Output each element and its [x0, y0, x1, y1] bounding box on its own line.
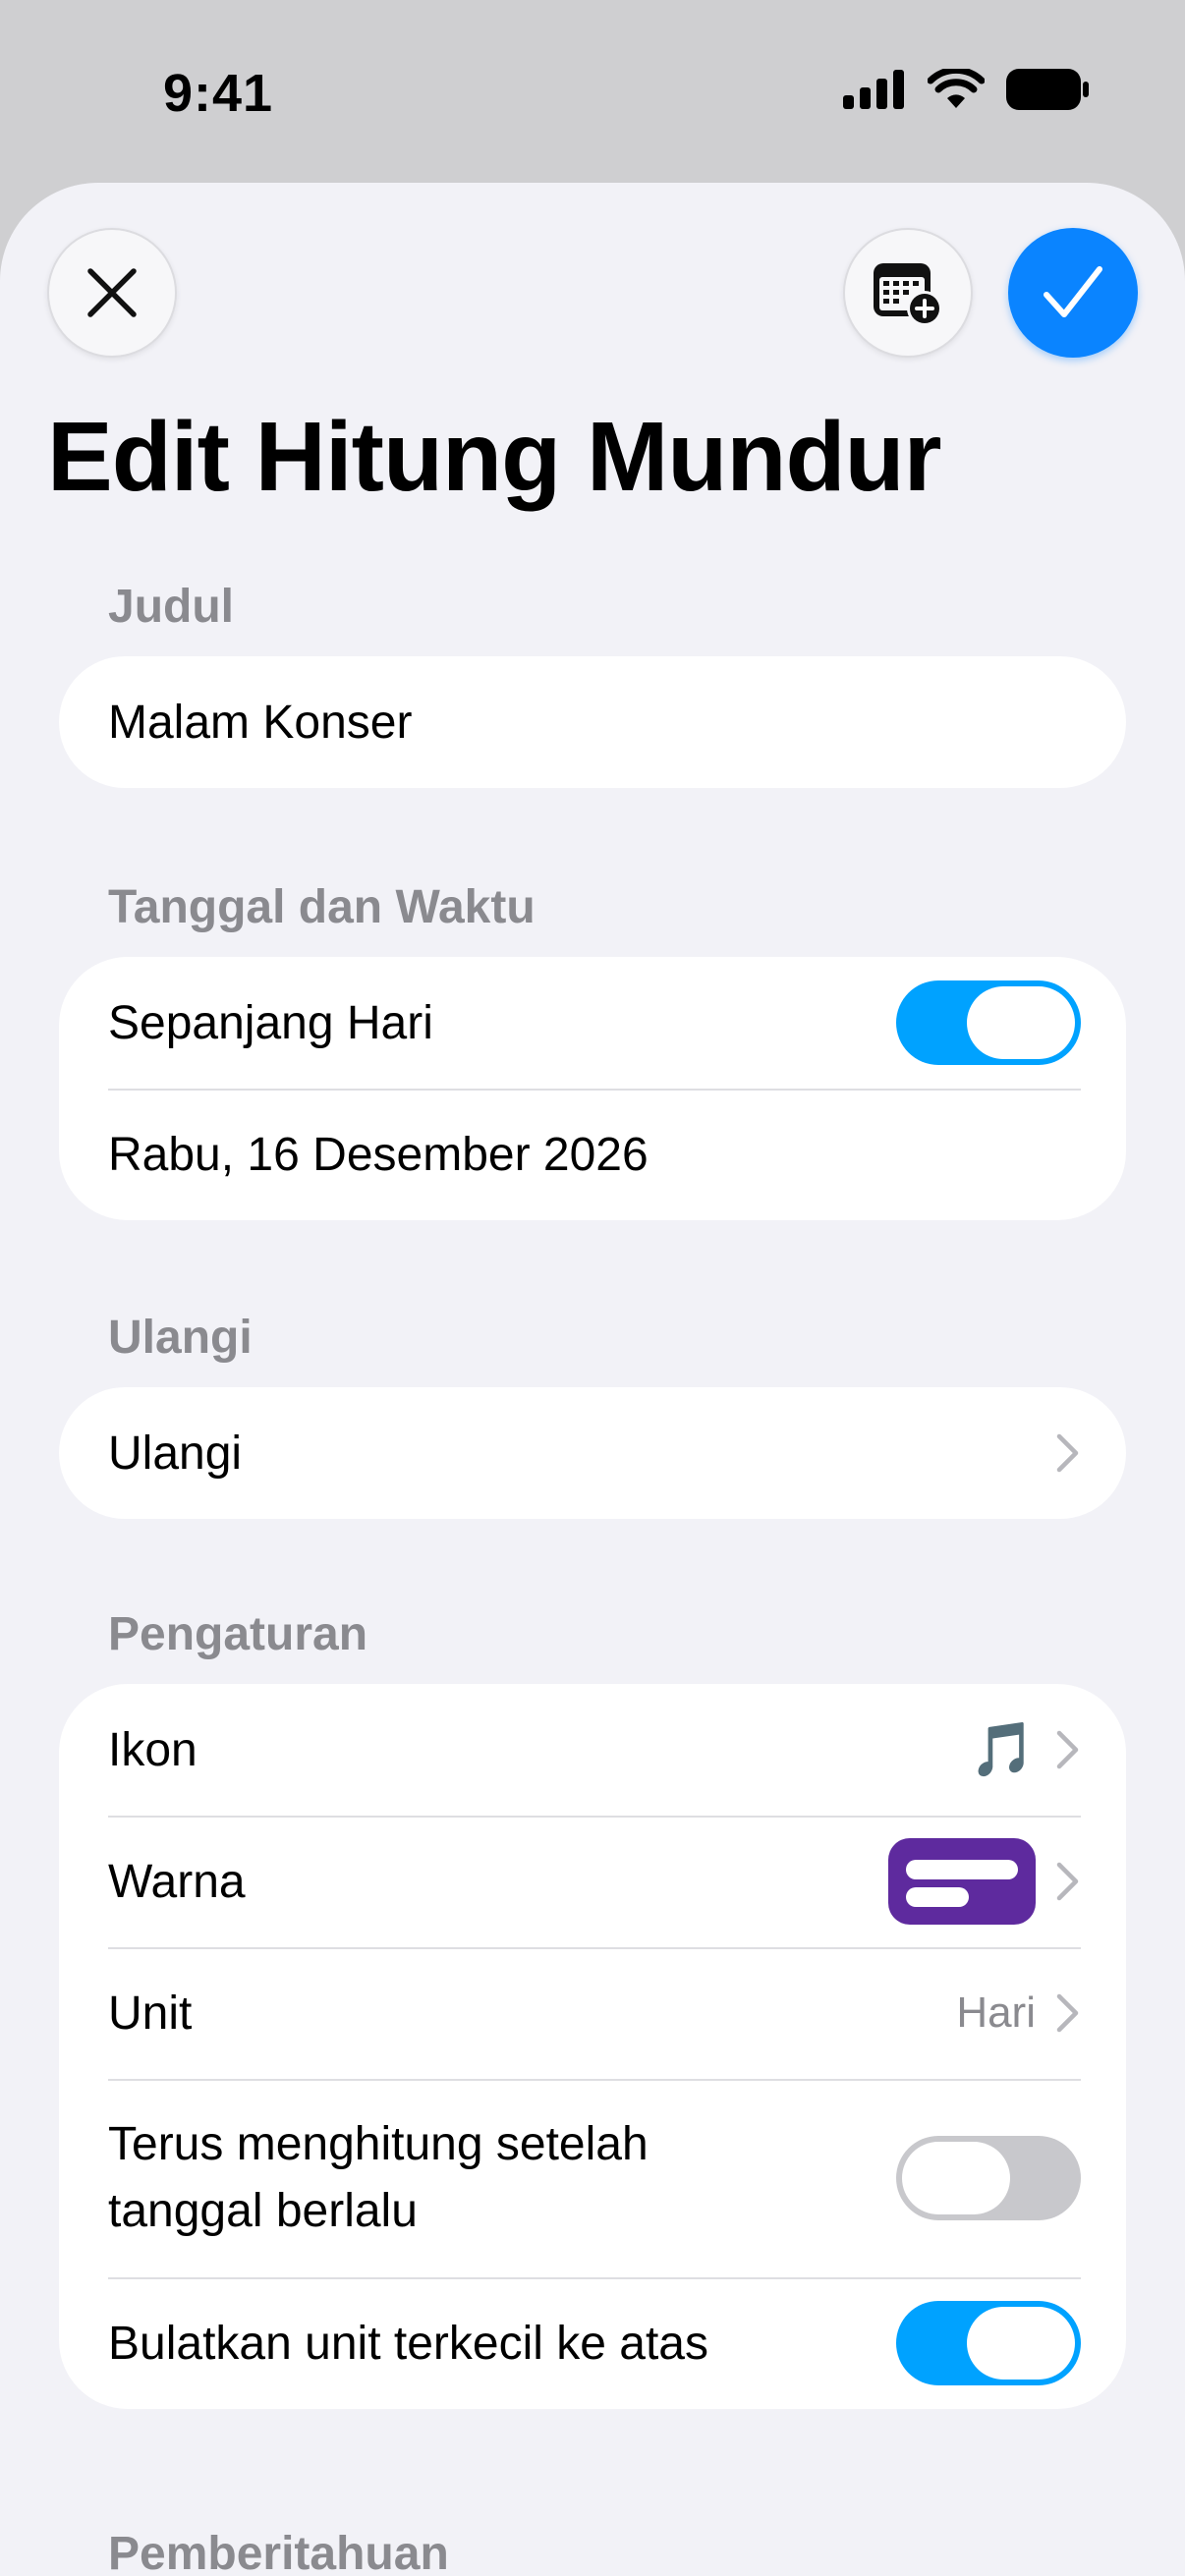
add-to-calendar-button[interactable]: [843, 228, 973, 358]
date-value: Rabu, 16 Desember 2026: [108, 1128, 649, 1181]
close-button[interactable]: [47, 228, 177, 358]
cellular-signal-icon: [843, 70, 904, 109]
icon-row[interactable]: Ikon 🎵: [59, 1684, 1126, 1816]
round-up-label: Bulatkan unit terkecil ke atas: [108, 2317, 708, 2370]
wifi-icon: [928, 69, 985, 108]
calendar-add-icon: [874, 263, 942, 326]
edit-countdown-sheet: Edit Hitung Mundur Judul Malam Konser Ta…: [0, 183, 1185, 2576]
date-row[interactable]: Rabu, 16 Desember 2026: [59, 1089, 1126, 1220]
status-bar: 9:41: [0, 0, 1185, 187]
all-day-label: Sepanjang Hari: [108, 996, 433, 1049]
status-time: 9:41: [163, 64, 274, 123]
title-input-value: Malam Konser: [108, 696, 413, 749]
color-swatch: [888, 1838, 1036, 1925]
checkmark-icon: [1044, 266, 1102, 317]
all-day-toggle[interactable]: [896, 980, 1081, 1065]
section-label-title: Judul: [108, 581, 234, 633]
keep-counting-label-line2: tanggal berlalu: [108, 2185, 418, 2237]
section-label-datetime: Tanggal dan Waktu: [108, 881, 536, 933]
section-label-settings: Pengaturan: [108, 1608, 368, 1660]
confirm-button[interactable]: [1008, 228, 1138, 358]
color-row-label: Warna: [108, 1855, 246, 1908]
icon-row-label: Ikon: [108, 1723, 198, 1776]
chevron-right-icon: [1056, 1730, 1079, 1769]
color-row[interactable]: Warna: [59, 1816, 1126, 1947]
xmark-icon: [87, 268, 137, 317]
section-label-repeat: Ulangi: [108, 1312, 253, 1364]
chevron-right-icon: [1056, 1993, 1079, 2033]
unit-row-label: Unit: [108, 1987, 193, 2040]
title-card: Malam Konser: [59, 656, 1126, 788]
title-input[interactable]: Malam Konser: [59, 656, 1126, 788]
unit-row[interactable]: Unit Hari: [59, 1947, 1126, 2079]
settings-card: Ikon 🎵 Warna Unit Hari Terus menghitung …: [59, 1684, 1126, 2409]
chevron-right-icon: [1056, 1862, 1079, 1901]
round-up-row: Bulatkan unit terkecil ke atas: [59, 2277, 1126, 2409]
keep-counting-label: Terus menghitung setelah tanggal berlalu: [108, 2111, 896, 2245]
music-note-icon: 🎵: [969, 1719, 1036, 1779]
repeat-row[interactable]: Ulangi: [59, 1387, 1126, 1519]
battery-icon: [1006, 69, 1089, 110]
unit-value: Hari: [956, 1988, 1036, 2037]
keep-counting-row: Terus menghitung setelah tanggal berlalu: [59, 2079, 1126, 2277]
repeat-card: Ulangi: [59, 1387, 1126, 1519]
repeat-row-label: Ulangi: [108, 1427, 243, 1480]
keep-counting-toggle[interactable]: [896, 2136, 1081, 2220]
section-label-notifications: Pemberitahuan: [108, 2528, 449, 2576]
datetime-card: Sepanjang Hari Rabu, 16 Desember 2026: [59, 957, 1126, 1220]
chevron-right-icon: [1056, 1433, 1079, 1473]
all-day-row: Sepanjang Hari: [59, 957, 1126, 1089]
page-title: Edit Hitung Mundur: [47, 402, 942, 512]
keep-counting-label-line1: Terus menghitung setelah: [108, 2118, 649, 2170]
round-up-toggle[interactable]: [896, 2301, 1081, 2385]
status-icons: [843, 69, 1089, 110]
